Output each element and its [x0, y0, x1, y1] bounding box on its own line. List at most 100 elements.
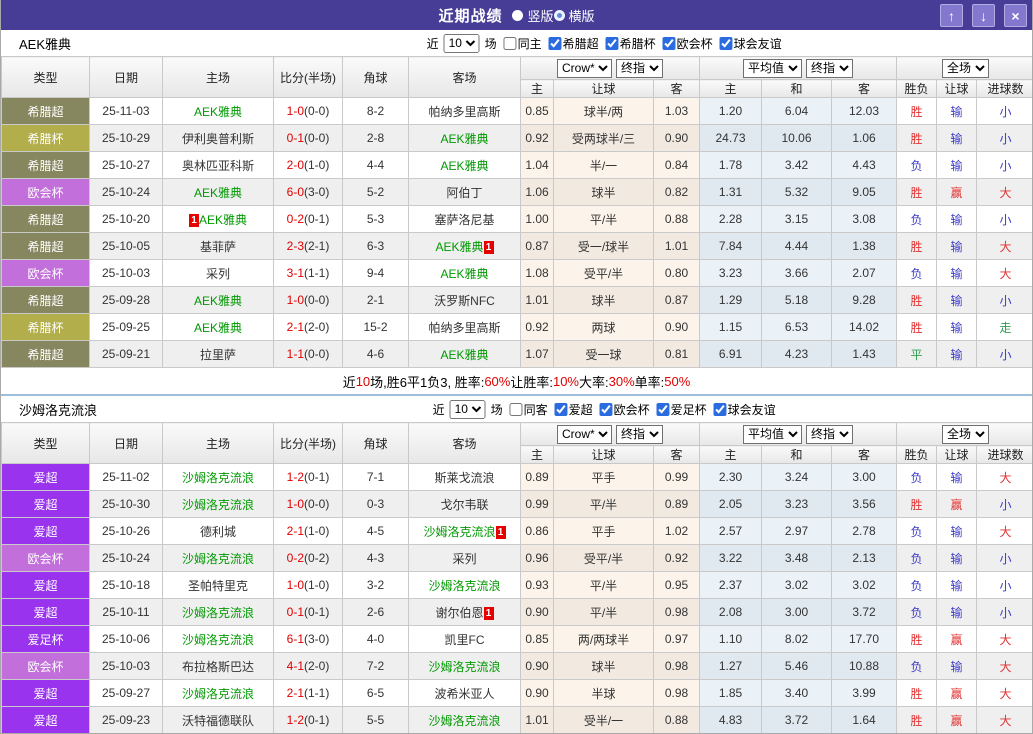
league-filter-1[interactable]: 欧会杯 [595, 401, 650, 418]
layout-radio-group: 竖版 横版 [512, 6, 595, 25]
away-team-cell: 沙姆洛克流浪 1 [408, 517, 521, 545]
final-odds-select[interactable]: 终指 [616, 58, 663, 78]
avg-home-odds-cell: 24.73 [699, 124, 762, 152]
score-cell: 1-0(0-0) [273, 97, 343, 125]
league-filter-checkbox[interactable] [554, 402, 568, 416]
home-team-name: 沙姆洛克流浪 [181, 497, 254, 512]
odds-company-select[interactable]: Crow* [557, 58, 612, 78]
avg-away-odds-cell: 1.06 [830, 124, 898, 152]
date-cell: 25-10-03 [89, 652, 163, 680]
result-cell: 负 [896, 259, 938, 287]
same-venue-checkbox[interactable] [509, 402, 523, 416]
league-cell: 爱超 [1, 571, 90, 599]
full-match-select[interactable]: 全场 [942, 424, 990, 444]
move-up-button[interactable]: ↑ [940, 4, 963, 27]
fulltime-score: 0-1 [286, 605, 304, 619]
fulltime-score: 2-1 [286, 320, 304, 334]
move-down-button[interactable]: ↓ [972, 4, 995, 27]
fulltime-score: 1-0 [286, 293, 304, 307]
league-filter-3[interactable]: 球会友谊 [715, 35, 782, 52]
crow-handicap-cell: 平手 [553, 517, 654, 545]
date-cell: 25-09-25 [89, 313, 163, 341]
league-cell: 欧会杯 [1, 544, 90, 572]
league-filter-checkbox[interactable] [719, 36, 733, 50]
match-count-select[interactable]: 10 [449, 399, 486, 419]
match-row: 欧会杯 25-10-03 采列 3-1(1-1) 9-4 AEK雅典 1.08 受平/半 0.8… [1, 259, 1032, 287]
crow-away-odds-cell: 0.82 [653, 178, 700, 206]
league-filter-0[interactable]: 希腊超 [544, 35, 599, 52]
league-filter-checkbox[interactable] [656, 402, 670, 416]
crow-home-odds-cell: 0.92 [520, 313, 554, 341]
score-cell: 1-0(0-0) [273, 286, 343, 314]
handicap-result-cell: 输 [936, 286, 978, 314]
home-team-name: 沃特福德联队 [181, 713, 254, 728]
layout-radio-horizontal[interactable]: 横版 [553, 6, 595, 25]
handicap-result-cell: 输 [936, 232, 978, 260]
league-filter-1[interactable]: 希腊杯 [601, 35, 656, 52]
league-filter-checkbox[interactable] [548, 36, 562, 50]
score-cell: 0-1(0-0) [273, 124, 343, 152]
away-team-name: 凯里FC [444, 632, 485, 647]
league-filter-2[interactable]: 欧会杯 [658, 35, 713, 52]
odds-company-select[interactable]: Crow* [557, 424, 612, 444]
final-odds-select-2[interactable]: 终指 [806, 424, 853, 444]
fulltime-score: 1-0 [286, 497, 304, 511]
league-filter-checkbox[interactable] [662, 36, 676, 50]
league-filter-2[interactable]: 爱足杯 [652, 401, 707, 418]
handicap-result-cell: 赢 [936, 706, 978, 733]
corners-cell: 5-3 [342, 205, 409, 233]
avg-away-odds-cell: 9.05 [830, 178, 898, 206]
close-button[interactable]: × [1004, 4, 1027, 27]
average-odds-select[interactable]: 平均值 [743, 424, 802, 444]
home-team-cell: 布拉格斯巴达 [162, 652, 274, 680]
corners-cell: 5-5 [342, 706, 409, 733]
final-odds-select[interactable]: 终指 [616, 424, 663, 444]
match-row: 爱超 25-09-27 沙姆洛克流浪 2-1(1-1) 6-5 波希米亚人 0.90 半球 0.… [1, 679, 1032, 707]
radio-icon[interactable] [553, 9, 565, 21]
away-team-name: 沙姆洛克流浪 [428, 659, 501, 674]
goal-result-cell: 走 [976, 313, 1032, 341]
average-odds-select[interactable]: 平均值 [743, 58, 802, 78]
full-match-select[interactable]: 全场 [942, 58, 990, 78]
goal-result-cell: 大 [976, 679, 1032, 707]
league-filter-3[interactable]: 球会友谊 [709, 401, 776, 418]
summary-text: 近 [342, 374, 356, 390]
away-team-cell: 沙姆洛克流浪 [408, 571, 521, 599]
away-team-cell: AEK雅典 [408, 340, 521, 368]
goal-result-cell: 大 [976, 652, 1032, 680]
away-team-name: AEK雅典 [440, 347, 489, 362]
score-cell: 1-2(0-1) [273, 706, 343, 733]
layout-radio-vertical[interactable]: 竖版 [512, 6, 554, 25]
away-team-name: 阿伯丁 [446, 185, 483, 200]
away-team-name: AEK雅典 [440, 266, 489, 281]
league-filter-0[interactable]: 爱超 [550, 401, 593, 418]
league-filter-checkbox[interactable] [713, 402, 727, 416]
halftime-score: (0-1) [304, 212, 330, 226]
final-odds-select-2[interactable]: 终指 [806, 58, 853, 78]
match-row: 爱超 25-10-18 圣帕特里克 1-0(1-0) 3-2 沙姆洛克流浪 0.93 平/半 0… [1, 571, 1032, 599]
crow-handicap-cell: 球半/两 [553, 97, 654, 125]
radio-icon[interactable] [512, 9, 524, 21]
sub-column-header: 让球 [936, 445, 978, 464]
league-filter-checkbox[interactable] [605, 36, 619, 50]
crow-handicap-cell: 两/两球半 [553, 625, 654, 653]
fulltime-score: 2-0 [286, 158, 304, 172]
results-table: 类型 日期 主场 比分(半场) 角球 客场 Crow* 终指 平均值 终指 全场主让球客主和客胜负让… [1, 56, 1032, 368]
summary-text: 10% [552, 373, 579, 389]
halftime-score: (1-1) [304, 686, 330, 700]
crow-home-odds-cell: 1.01 [520, 286, 554, 314]
home-team-name: 奥林匹亚科斯 [181, 158, 254, 173]
league-filter-checkbox[interactable] [599, 402, 613, 416]
crow-handicap-cell: 平手 [553, 463, 654, 491]
games-label: 场 [490, 402, 503, 417]
away-team-cell: 帕纳多里高斯 [408, 97, 521, 125]
crow-home-odds-cell: 0.87 [520, 232, 554, 260]
same-venue-checkbox-label[interactable]: 同客 [505, 401, 548, 418]
match-row: 希腊超 25-11-03 AEK雅典 1-0(0-0) 8-2 帕纳多里高斯 0.85 球半/… [1, 97, 1032, 125]
same-venue-checkbox-label[interactable]: 同主 [499, 35, 542, 52]
avg-draw-odds-cell: 2.97 [761, 517, 832, 545]
summary-text: 10 [355, 373, 371, 389]
avg-home-odds-cell: 7.84 [699, 232, 762, 260]
same-venue-checkbox[interactable] [503, 36, 517, 50]
match-count-select[interactable]: 10 [443, 33, 480, 53]
